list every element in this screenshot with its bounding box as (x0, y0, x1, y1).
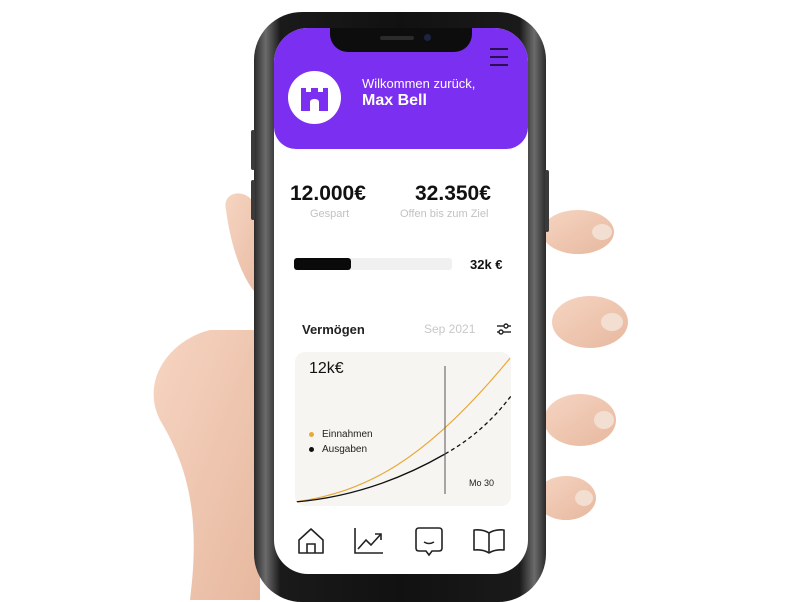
savings-progress-bar (294, 258, 452, 270)
section-date[interactable]: Sep 2021 (424, 322, 475, 336)
legend-item: Einnahmen (309, 429, 373, 440)
chat-icon[interactable] (412, 524, 446, 558)
legend-item: Ausgaben (309, 444, 367, 455)
castle-logo-icon (288, 71, 341, 124)
volume-button (251, 180, 255, 220)
legend-dot (309, 446, 314, 452)
series-line-ausgaben (295, 453, 446, 503)
chart-card: 12k€ Einnahmen Ausgaben Mo 30 (295, 352, 511, 506)
chart-marker-label: Mo 30 (469, 478, 495, 488)
user-name: Max Bell (362, 92, 427, 109)
volume-button (251, 130, 255, 170)
progress-fill (294, 258, 351, 270)
camera (424, 34, 431, 41)
filter-icon[interactable] (496, 322, 512, 336)
saved-label: Gespart (310, 208, 350, 220)
book-icon[interactable] (472, 524, 506, 558)
power-button (545, 170, 549, 232)
trend-chart-icon[interactable] (352, 524, 386, 558)
app-screen: Wilkommen zurück, Max Bell 12.000€ Gespa… (274, 28, 528, 574)
series-line-ausgaben-projection (444, 395, 511, 455)
saved-amount: 12.000€ (290, 182, 366, 205)
home-icon[interactable] (294, 524, 328, 558)
legend-label: Einnahmen (322, 429, 373, 440)
section-title: Vermögen (302, 322, 365, 337)
legend-label: Ausgaben (322, 444, 368, 455)
menu-icon[interactable] (490, 48, 508, 66)
legend-dot (309, 431, 314, 437)
notch (330, 28, 472, 52)
chart-value: 12k€ (309, 360, 344, 377)
greeting-text: Wilkommen zurück, (362, 76, 476, 91)
progress-goal-label: 32k € (470, 257, 503, 272)
remaining-amount: 32.350€ (415, 182, 491, 205)
speaker (380, 36, 414, 40)
remaining-label: Offen bis zum Ziel (400, 208, 489, 220)
